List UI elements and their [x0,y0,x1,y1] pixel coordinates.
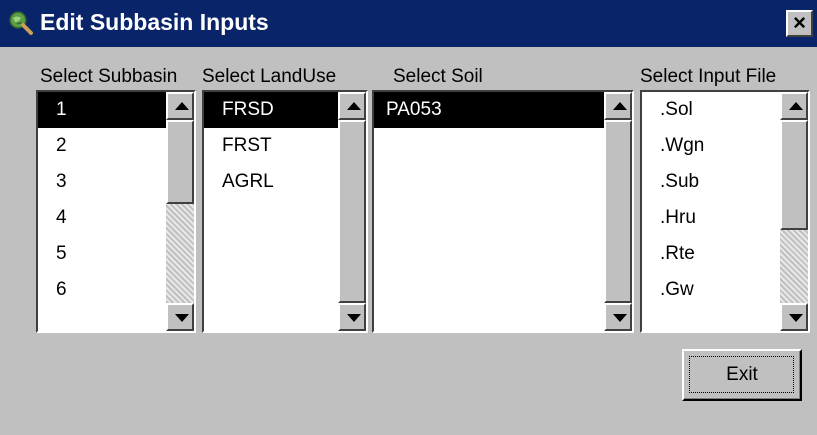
landuse-scrollbar[interactable] [338,92,366,331]
list-item[interactable]: FRSD [204,92,338,128]
edit-subbasin-inputs-window: Edit Subbasin Inputs × Select Subbasin S… [0,0,817,435]
list-item[interactable]: FRST [204,128,338,164]
list-item[interactable]: .Wgn [642,128,780,164]
soil-list: PA053 [374,92,604,331]
globe-magnifier-icon [9,11,33,35]
up-arrow-icon [175,102,189,110]
input-file-listbox[interactable]: .Sol .Wgn .Sub .Hru .Rte .Gw [640,90,810,333]
subbasin-listbox[interactable]: 1 2 3 4 5 6 [36,90,196,333]
landuse-list: FRSD FRST AGRL [204,92,338,331]
select-landuse-label: Select LandUse [202,66,337,87]
scroll-thumb[interactable] [338,120,366,303]
scroll-thumb[interactable] [780,120,808,230]
list-item[interactable]: 2 [38,128,166,164]
title-bar[interactable]: Edit Subbasin Inputs × [0,0,817,47]
scroll-down-button[interactable] [166,303,194,331]
list-item[interactable]: .Sol [642,92,780,128]
scroll-up-button[interactable] [338,92,366,120]
down-arrow-icon [613,314,627,322]
scroll-thumb[interactable] [166,120,194,204]
list-item[interactable]: 3 [38,164,166,200]
scroll-down-button[interactable] [604,303,632,331]
subbasin-list: 1 2 3 4 5 6 [38,92,166,331]
up-arrow-icon [789,102,803,110]
scroll-down-button[interactable] [780,303,808,331]
list-item[interactable]: .Rte [642,236,780,272]
list-item[interactable]: AGRL [204,164,338,200]
list-item[interactable]: PA053 [374,92,604,128]
list-item[interactable]: 6 [38,272,166,308]
list-item[interactable]: .Hru [642,200,780,236]
scroll-up-button[interactable] [166,92,194,120]
up-arrow-icon [347,102,361,110]
list-item[interactable]: .Gw [642,272,780,308]
window-title: Edit Subbasin Inputs [40,9,269,35]
soil-scrollbar[interactable] [604,92,632,331]
input-file-list: .Sol .Wgn .Sub .Hru .Rte .Gw [642,92,780,331]
scroll-down-button[interactable] [338,303,366,331]
list-item[interactable]: 5 [38,236,166,272]
list-item[interactable]: 4 [38,200,166,236]
soil-listbox[interactable]: PA053 [372,90,634,333]
scroll-thumb[interactable] [604,120,632,303]
scroll-up-button[interactable] [604,92,632,120]
down-arrow-icon [175,314,189,322]
exit-label: Exit [726,364,758,385]
select-subbasin-label: Select Subbasin [40,66,178,87]
select-soil-label: Select Soil [393,66,483,87]
up-arrow-icon [613,102,627,110]
close-icon: × [793,10,806,35]
down-arrow-icon [347,314,361,322]
select-input-file-label: Select Input File [640,66,777,87]
input-file-scrollbar[interactable] [780,92,808,331]
scroll-up-button[interactable] [780,92,808,120]
list-item[interactable]: .Sub [642,164,780,200]
close-button[interactable]: × [786,10,813,37]
list-item[interactable]: 1 [38,92,166,128]
landuse-listbox[interactable]: FRSD FRST AGRL [202,90,368,333]
exit-button[interactable]: Exit [682,349,802,401]
subbasin-scrollbar[interactable] [166,92,194,331]
down-arrow-icon [789,314,803,322]
